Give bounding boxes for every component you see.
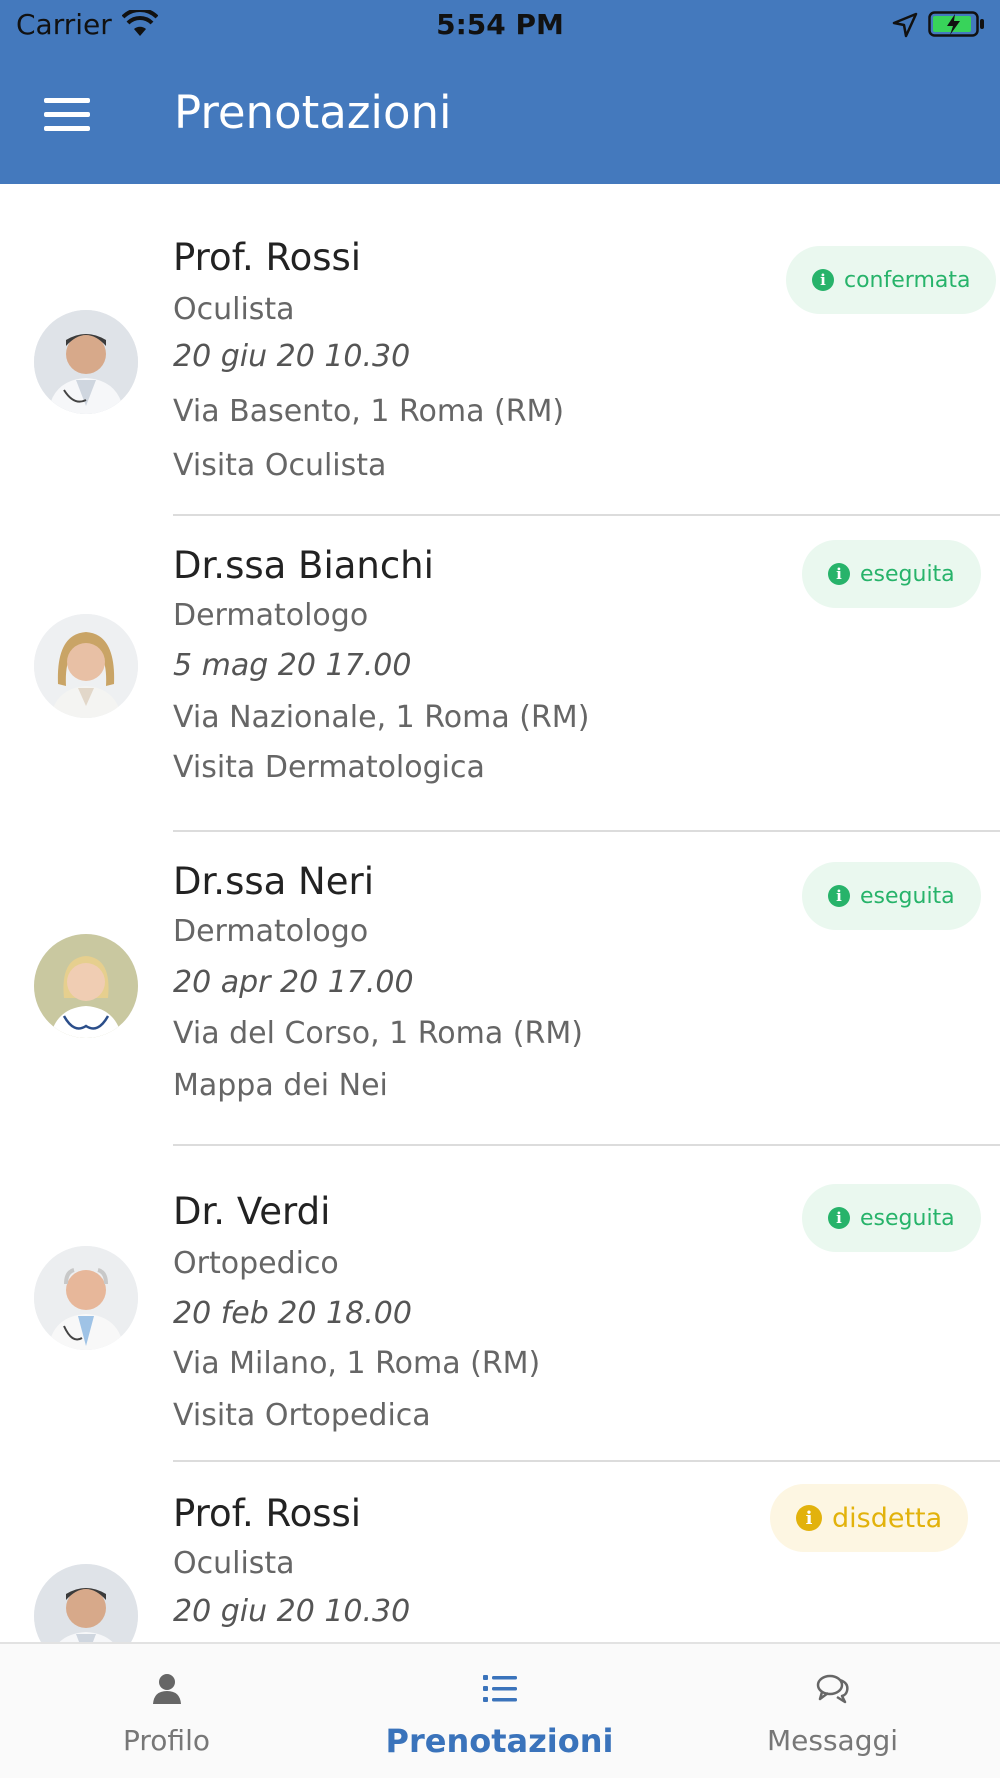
status-label: eseguita <box>860 883 955 909</box>
doctor-name: Prof. Rossi <box>173 1492 362 1535</box>
status-label: disdetta <box>832 1502 943 1534</box>
status-label: eseguita <box>860 1205 955 1231</box>
appointment-datetime: 20 feb 20 18.00 <box>173 1296 412 1331</box>
appointment-item[interactable]: Dr. Verdi Ortopedico 20 feb 20 18.00 Via… <box>0 1146 1000 1462</box>
doctor-avatar <box>34 614 138 718</box>
status-label: eseguita <box>860 561 955 587</box>
appointments-list[interactable]: Prof. Rossi Oculista 20 giu 20 10.30 Via… <box>0 184 1000 1642</box>
appointment-datetime: 20 giu 20 10.30 <box>173 339 411 374</box>
appointment-datetime: 20 apr 20 17.00 <box>173 965 414 1000</box>
battery-charging-icon <box>928 11 984 37</box>
doctor-avatar <box>34 934 138 1038</box>
appointment-datetime: 5 mag 20 17.00 <box>173 648 412 683</box>
list-icon <box>482 1675 517 1702</box>
status-badge[interactable]: i eseguita <box>802 862 981 930</box>
tab-bar: Profilo Prenotazioni Messaggi <box>0 1642 1000 1778</box>
doctor-specialty: Ortopedico <box>173 1246 339 1281</box>
doctor-specialty: Oculista <box>173 292 295 327</box>
status-badge[interactable]: i disdetta <box>770 1484 969 1552</box>
doctor-name: Dr.ssa Bianchi <box>173 544 434 587</box>
appointment-address: Via Basento, 1 Roma (RM) <box>173 394 565 429</box>
info-icon: i <box>812 269 834 291</box>
doctor-name: Dr.ssa Neri <box>173 860 374 903</box>
doctor-specialty: Dermatologo <box>173 598 369 633</box>
status-bar: Carrier 5:54 PM <box>0 0 1000 48</box>
appointment-datetime: 20 giu 20 10.30 <box>173 1594 411 1629</box>
appointment-visit-type: Mappa dei Nei <box>173 1068 388 1103</box>
appointment-address: Via Milano, 1 Roma (RM) <box>173 1346 541 1381</box>
tab-label: Prenotazioni <box>385 1722 614 1760</box>
location-arrow-icon <box>892 12 918 38</box>
doctor-avatar <box>34 1246 138 1350</box>
appointment-address: Via Nazionale, 1 Roma (RM) <box>173 700 590 735</box>
appointment-visit-type: Visita Dermatologica <box>173 750 485 785</box>
appointment-item[interactable]: Prof. Rossi Oculista 20 giu 20 10.30 Via… <box>0 184 1000 516</box>
appointment-visit-type: Visita Ortopedica <box>173 1398 431 1433</box>
status-badge[interactable]: i eseguita <box>802 1184 981 1252</box>
doctor-specialty: Dermatologo <box>173 914 369 949</box>
doctor-avatar <box>34 1564 138 1642</box>
status-badge[interactable]: i confermata <box>786 246 997 314</box>
page-title: Prenotazioni <box>174 86 452 139</box>
doctor-specialty: Oculista <box>173 1546 295 1581</box>
appointment-visit-type: Visita Oculista <box>173 448 387 483</box>
nav-bar: Prenotazioni <box>0 48 1000 184</box>
appointment-item[interactable]: Dr.ssa Bianchi Dermatologo 5 mag 20 17.0… <box>0 516 1000 832</box>
tab-label: Profilo <box>123 1724 210 1757</box>
appointment-item[interactable]: Prof. Rossi Oculista 20 giu 20 10.30 i d… <box>0 1462 1000 1642</box>
info-icon: i <box>828 885 850 907</box>
hamburger-menu-icon[interactable] <box>44 98 90 132</box>
status-badge[interactable]: i eseguita <box>802 540 981 608</box>
doctor-name: Prof. Rossi <box>173 236 362 279</box>
info-icon: i <box>828 563 850 585</box>
doctor-name: Dr. Verdi <box>173 1190 331 1233</box>
status-label: confermata <box>844 267 971 293</box>
tab-label: Messaggi <box>766 1724 899 1757</box>
tab-prenotazioni[interactable]: Prenotazioni <box>333 1644 666 1778</box>
doctor-avatar <box>34 310 138 414</box>
info-icon: i <box>796 1505 822 1531</box>
appointment-item[interactable]: Dr.ssa Neri Dermatologo 20 apr 20 17.00 … <box>0 832 1000 1146</box>
tab-messaggi[interactable]: Messaggi <box>666 1644 999 1778</box>
tab-profilo[interactable]: Profilo <box>0 1644 333 1778</box>
info-icon: i <box>828 1207 850 1229</box>
person-icon <box>152 1674 181 1704</box>
chat-bubbles-icon <box>816 1674 849 1704</box>
clock: 5:54 PM <box>436 8 564 41</box>
appointment-address: Via del Corso, 1 Roma (RM) <box>173 1016 583 1051</box>
